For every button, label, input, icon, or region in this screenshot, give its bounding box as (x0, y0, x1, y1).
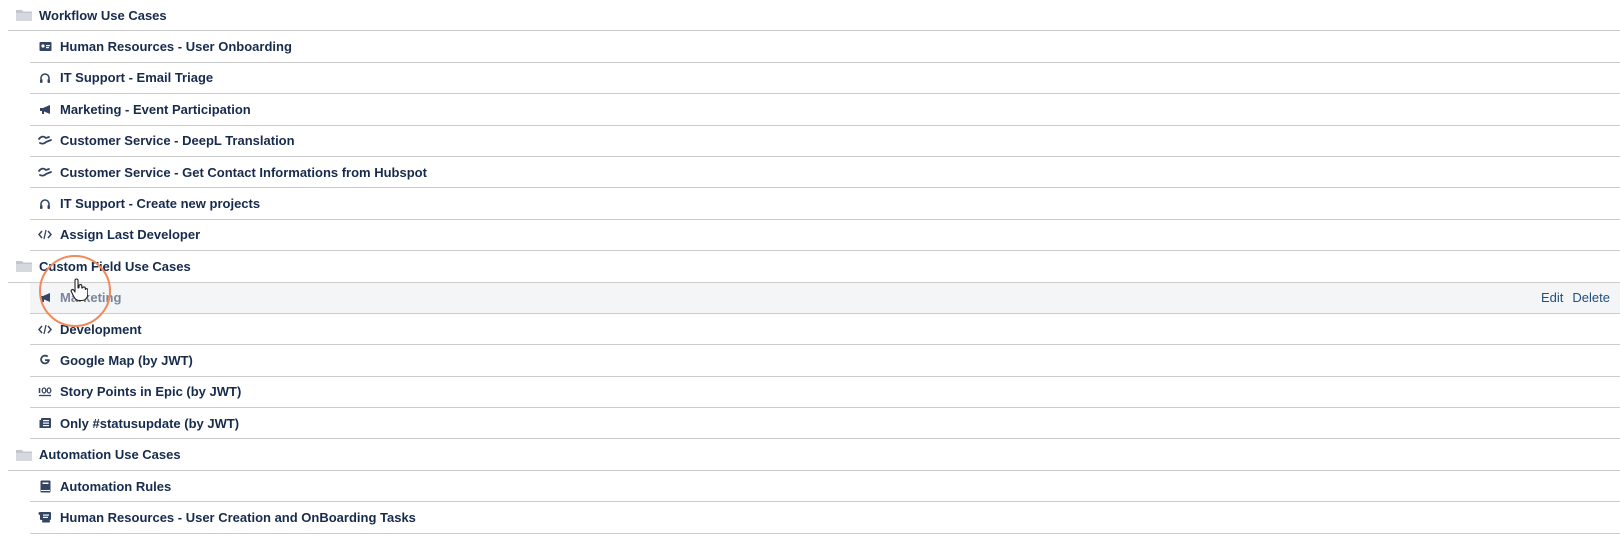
list-item[interactable]: Development (30, 314, 1620, 346)
folder-icon (16, 448, 32, 462)
folder-icon (16, 259, 32, 273)
item-label: Marketing - Event Participation (60, 101, 251, 117)
headset-icon (38, 197, 52, 211)
item-label: Story Points in Epic (by JWT) (60, 384, 242, 400)
hundred-points-icon (38, 385, 52, 399)
group-automation-use-cases[interactable]: Automation Use Cases (8, 439, 1620, 471)
list-item[interactable]: Human Resources - User Onboarding (30, 31, 1620, 63)
list-item[interactable]: Story Points in Epic (by JWT) (30, 377, 1620, 409)
id-card-icon (38, 40, 52, 54)
book-icon (38, 479, 52, 493)
handshake-icon (38, 134, 52, 148)
group-workflow-use-cases[interactable]: Workflow Use Cases (8, 0, 1620, 32)
google-icon (38, 353, 52, 367)
list-item[interactable]: Customer Service - Get Contact Informati… (30, 157, 1620, 189)
group-custom-field-use-cases[interactable]: Custom Field Use Cases (8, 251, 1620, 283)
item-label: Development (60, 321, 142, 337)
list-item[interactable]: IT Support - Email Triage (30, 63, 1620, 95)
delete-link[interactable]: Delete (1572, 290, 1610, 305)
code-icon (38, 228, 52, 242)
list-item[interactable]: Only #statusupdate (by JWT) (30, 408, 1620, 440)
list-item[interactable]: Human Resources - User Creation and OnBo… (30, 502, 1620, 534)
folder-icon (16, 8, 32, 22)
item-label: Automation Rules (60, 478, 172, 494)
item-label: IT Support - Email Triage (60, 70, 214, 86)
megaphone-icon (38, 102, 52, 116)
group-title: Automation Use Cases (39, 447, 181, 463)
item-label: Human Resources - User Onboarding (60, 39, 292, 55)
list-item[interactable]: Customer Service - DeepL Translation (30, 126, 1620, 157)
item-label: Marketing (60, 290, 122, 306)
item-label: Customer Service - Get Contact Informati… (60, 164, 427, 180)
item-label: Only #statusupdate (by JWT) (60, 415, 240, 431)
item-label: Google Map (by JWT) (60, 352, 193, 368)
use-case-tree: Workflow Use Cases Human Resources - Use… (0, 0, 1620, 534)
list-item[interactable]: Assign Last Developer (30, 220, 1620, 252)
code-icon (38, 322, 52, 336)
item-label: Human Resources - User Creation and OnBo… (60, 509, 416, 525)
megaphone-icon (38, 291, 52, 305)
item-label: Assign Last Developer (60, 227, 201, 243)
list-item[interactable]: IT Support - Create new projects (30, 188, 1620, 220)
list-item[interactable]: Google Map (by JWT) (30, 345, 1620, 377)
scroll-icon (38, 510, 52, 524)
group-title: Workflow Use Cases (39, 7, 167, 23)
row-actions: Edit Delete (1541, 283, 1610, 313)
list-item[interactable]: Automation Rules (30, 471, 1620, 503)
edit-link[interactable]: Edit (1541, 290, 1563, 305)
list-item[interactable]: Marketing Edit Delete (30, 282, 1620, 314)
item-label: IT Support - Create new projects (60, 196, 261, 212)
newspaper-icon (38, 416, 52, 430)
group-title: Custom Field Use Cases (39, 258, 191, 274)
item-label: Customer Service - DeepL Translation (60, 133, 295, 149)
headset-icon (38, 71, 52, 85)
handshake-icon (38, 165, 52, 179)
list-item[interactable]: Marketing - Event Participation (30, 94, 1620, 126)
